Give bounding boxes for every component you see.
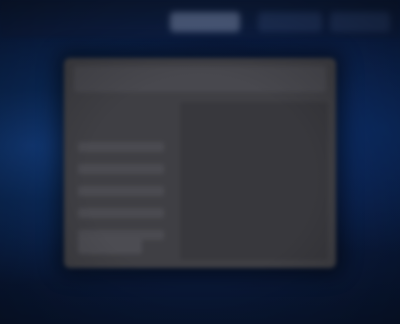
top-navigation-bar	[0, 0, 400, 38]
tab-tertiary[interactable]	[330, 12, 390, 32]
dialog-content-panel	[180, 102, 328, 260]
desktop-background	[0, 0, 400, 324]
tab-secondary[interactable]	[258, 12, 322, 32]
sidebar-item[interactable]	[78, 164, 164, 174]
dialog-footer-button[interactable]	[78, 236, 142, 254]
sidebar-item[interactable]	[78, 208, 164, 218]
dialog-header	[74, 66, 326, 92]
sidebar-item[interactable]	[78, 186, 164, 196]
modal-dialog	[64, 58, 336, 268]
sidebar-item[interactable]	[78, 142, 164, 152]
tab-active[interactable]	[170, 12, 240, 32]
